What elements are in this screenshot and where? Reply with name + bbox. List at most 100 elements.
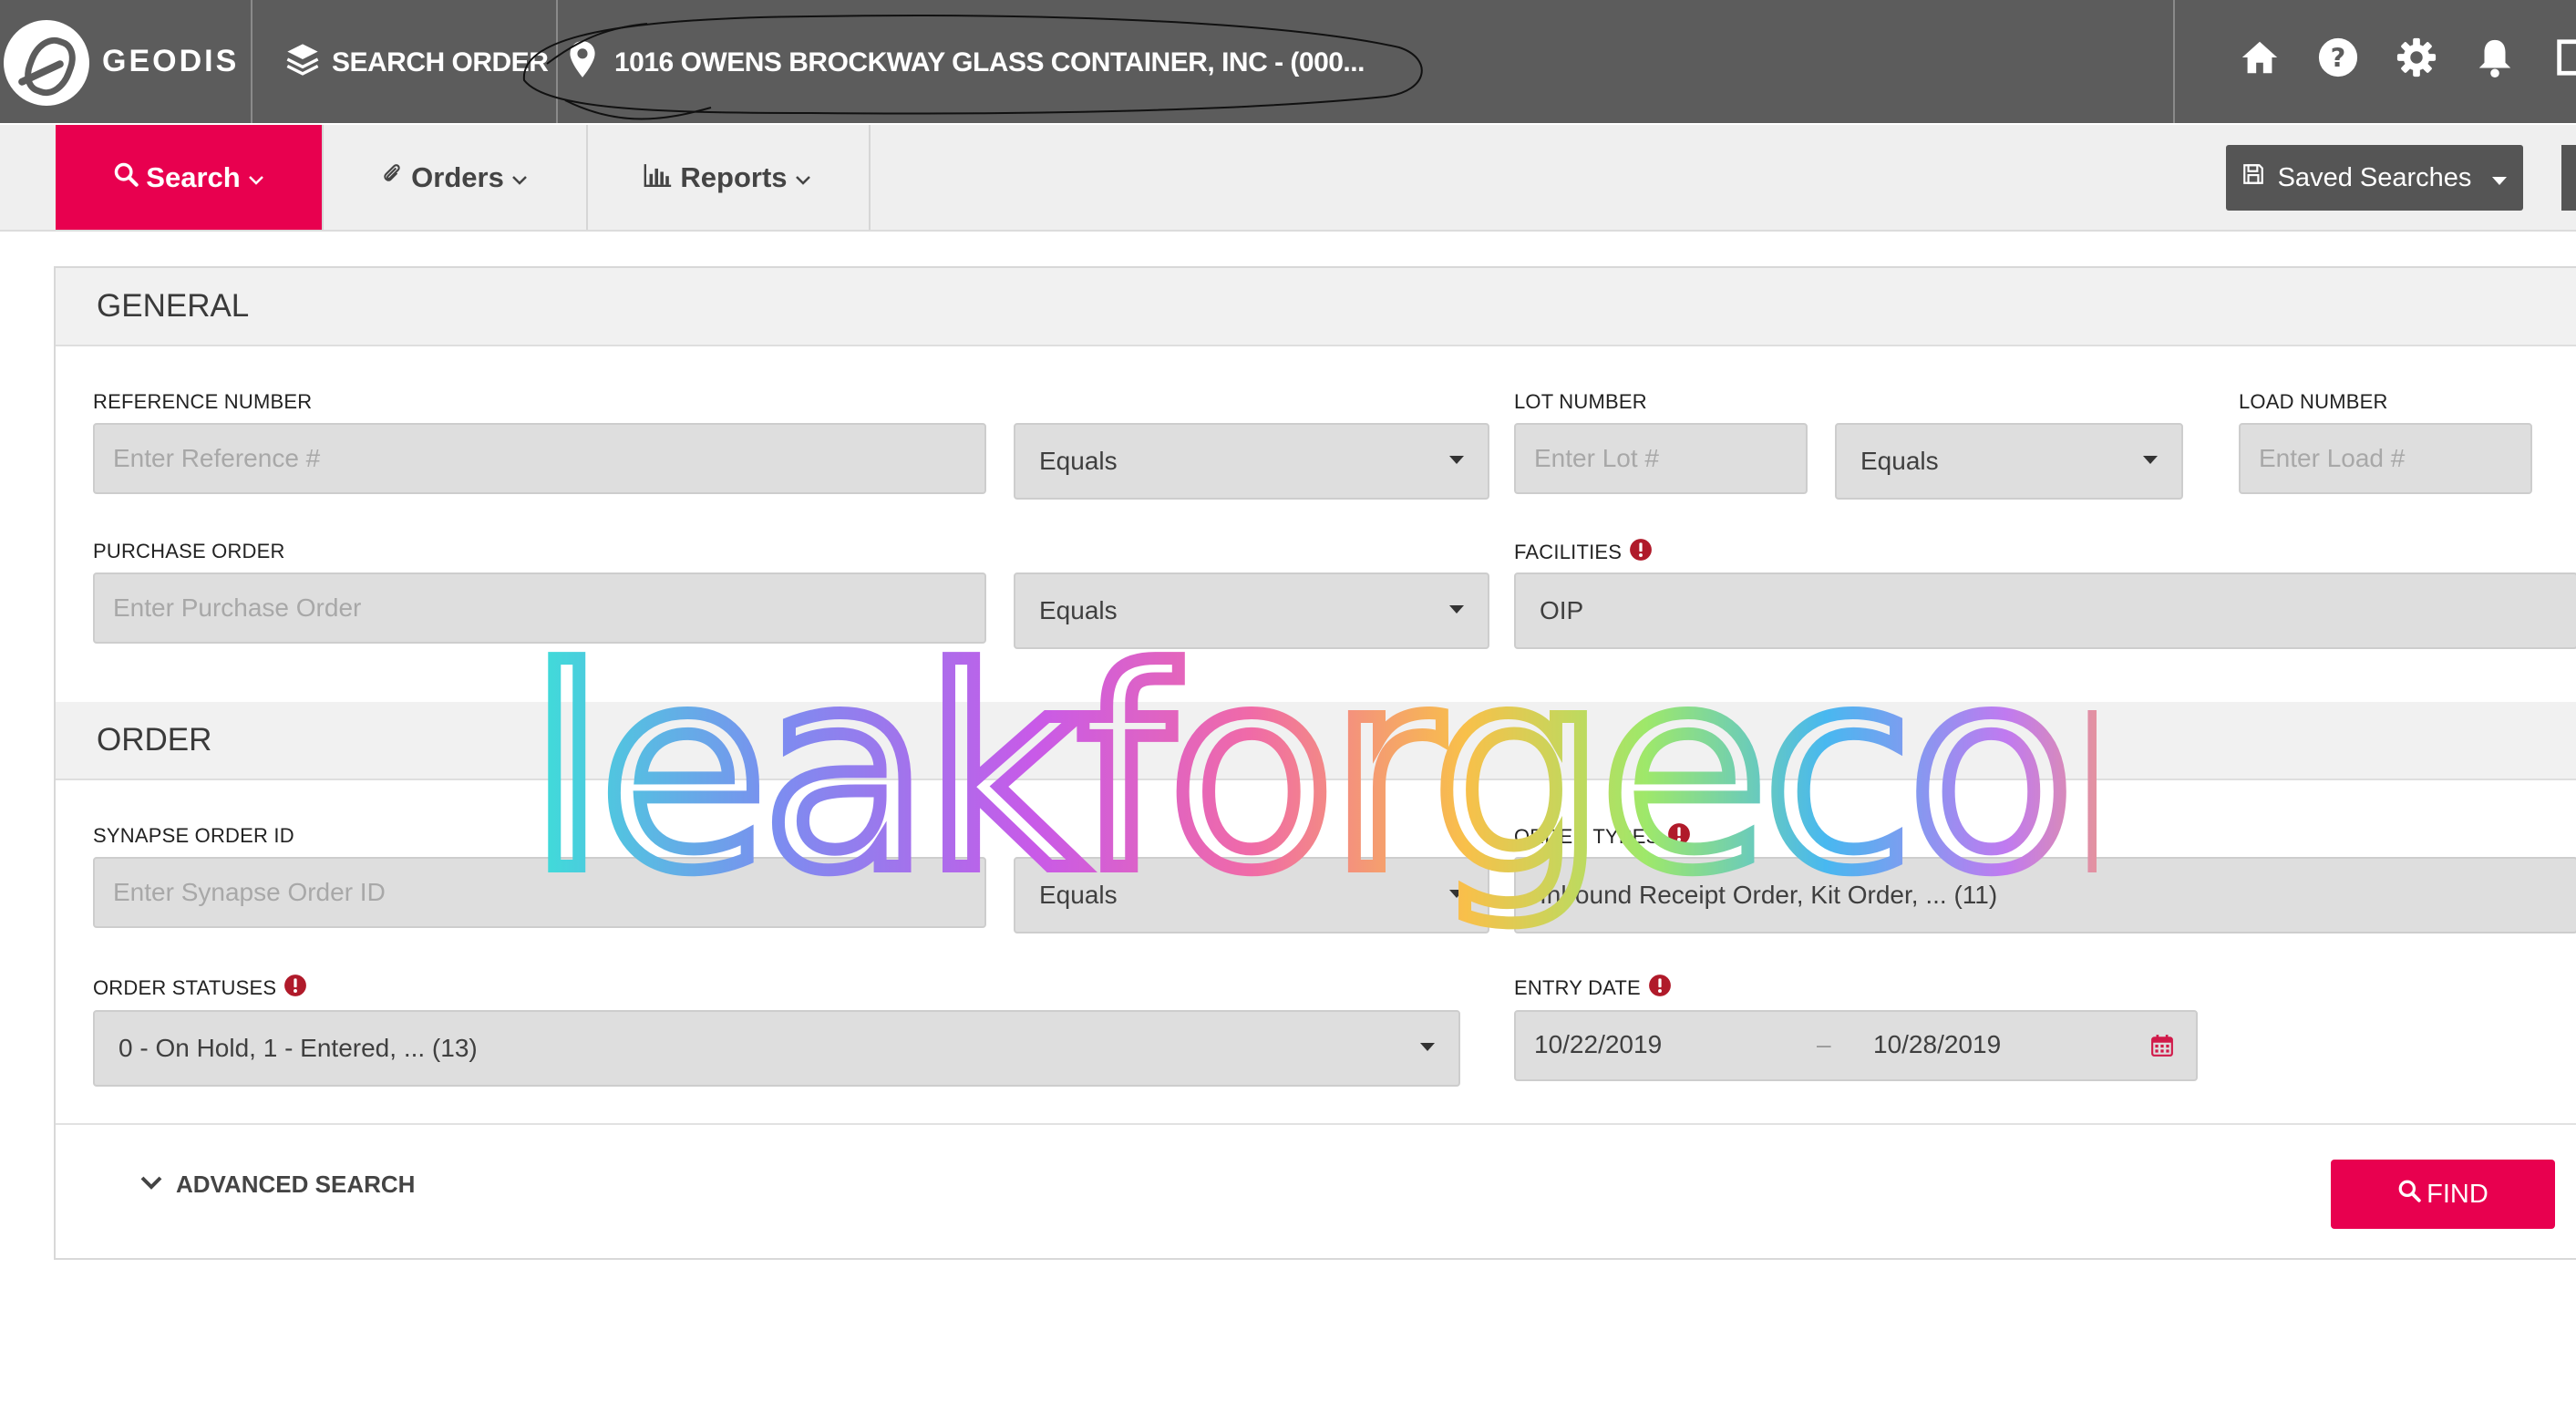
general-section-title: GENERAL: [97, 288, 250, 324]
date-range-separator: –: [1817, 1030, 1831, 1058]
bell-icon[interactable]: [2474, 36, 2516, 78]
divider: [251, 0, 252, 123]
synapse-order-id-input[interactable]: Enter Synapse Order ID: [93, 857, 986, 928]
location-label: 1016 OWENS BROCKWAY GLASS CONTAINER, INC…: [614, 47, 1365, 77]
entry-date-from[interactable]: 10/22/2019: [1534, 1030, 1662, 1059]
entry-date-to[interactable]: 10/28/2019: [1873, 1030, 2001, 1059]
order-types-label-text: ORDER TYPES: [1514, 825, 1660, 848]
load-number-label-text: LOAD NUMBER: [2239, 390, 2388, 413]
reference-number-label: REFERENCE NUMBER: [93, 390, 312, 414]
entry-date-range-picker[interactable]: 10/22/2019 – 10/28/2019: [1514, 1010, 2198, 1081]
tab-orders-label: Orders: [411, 160, 504, 193]
help-icon[interactable]: ?: [2317, 36, 2359, 78]
required-icon: [283, 974, 307, 1003]
chevron-down-icon: [139, 1171, 163, 1199]
logout-icon[interactable]: [2552, 36, 2576, 78]
purchase-order-operator-select[interactable]: Equals: [1014, 572, 1489, 649]
load-number-input[interactable]: Enter Load #: [2239, 423, 2532, 494]
caret-down-icon: [1449, 890, 1464, 898]
facilities-label-text: FACILITIES: [1514, 541, 1623, 563]
lot-number-operator-select[interactable]: Equals: [1835, 423, 2183, 500]
required-icon: [1667, 822, 1691, 851]
bar-chart-icon: [644, 161, 673, 194]
paperclip-icon: [380, 161, 404, 194]
purchase-order-label: PURCHASE ORDER: [93, 540, 285, 563]
chevron-down-icon: [511, 161, 528, 194]
operator-value: Equals: [1039, 596, 1118, 624]
operator-value: Equals: [1039, 447, 1118, 475]
caret-down-icon: [2491, 163, 2508, 193]
facilities-value: OIP: [1540, 596, 1584, 624]
gear-icon[interactable]: [2396, 36, 2437, 78]
order-statuses-label: ORDER STATUSES: [93, 974, 307, 1003]
synapse-order-id-label: SYNAPSE ORDER ID: [93, 824, 294, 848]
find-label: FIND: [2427, 1179, 2488, 1209]
required-icon: [1648, 974, 1672, 1003]
save-icon: [2241, 162, 2265, 193]
caret-down-icon: [2143, 456, 2158, 464]
general-section-header: GENERAL: [56, 268, 2576, 346]
tab-search[interactable]: Search: [56, 125, 322, 230]
caret-down-icon: [1420, 1043, 1435, 1051]
order-section-title: ORDER: [97, 722, 212, 758]
advanced-search-toggle[interactable]: ADVANCED SEARCH: [139, 1171, 415, 1199]
order-types-value: Inbound Receipt Order, Kit Order, ... (1…: [1540, 881, 1998, 909]
divider: [2173, 0, 2175, 123]
caret-down-icon: [1449, 605, 1464, 614]
chevron-down-icon: [248, 161, 264, 194]
search-icon: [113, 161, 139, 194]
synapse-order-id-label-text: SYNAPSE ORDER ID: [93, 824, 294, 847]
geodis-logo-icon[interactable]: [4, 20, 89, 106]
search-order-button[interactable]: SEARCH ORDER: [284, 41, 549, 85]
saved-searches-button[interactable]: Saved Searches: [2226, 145, 2523, 211]
more-button[interactable]: [2561, 145, 2576, 211]
tab-reports[interactable]: Reports: [586, 125, 869, 230]
purchase-order-label-text: PURCHASE ORDER: [93, 540, 285, 562]
lot-number-label-text: LOT NUMBER: [1514, 390, 1647, 413]
entry-date-label-text: ENTRY DATE: [1514, 976, 1641, 999]
lot-number-input[interactable]: Enter Lot #: [1514, 423, 1808, 494]
divider: [56, 1123, 2576, 1125]
brand-name[interactable]: GEODIS: [102, 44, 239, 79]
caret-down-icon: [1449, 456, 1464, 464]
facilities-label: FACILITIES: [1514, 538, 1653, 567]
home-icon[interactable]: [2239, 36, 2281, 78]
operator-value: Equals: [1860, 447, 1939, 475]
svg-text:?: ?: [2331, 43, 2346, 74]
search-icon: [2397, 1179, 2421, 1210]
purchase-order-input[interactable]: Enter Purchase Order: [93, 572, 986, 644]
search-order-label: SEARCH ORDER: [332, 47, 549, 77]
tab-orders[interactable]: Orders: [322, 125, 586, 230]
chevron-down-icon: [795, 161, 811, 194]
divider: [869, 125, 871, 230]
calendar-icon[interactable]: [2150, 1034, 2174, 1064]
nav-bar: Search Orders Reports Saved Searches: [0, 125, 2576, 232]
layers-icon: [284, 41, 321, 85]
reference-number-label-text: REFERENCE NUMBER: [93, 390, 313, 413]
find-button[interactable]: FIND: [2331, 1160, 2555, 1229]
entry-date-label: ENTRY DATE: [1514, 974, 1672, 1003]
order-section-header: ORDER: [56, 702, 2576, 780]
order-types-multiselect[interactable]: Inbound Receipt Order, Kit Order, ... (1…: [1514, 857, 2576, 933]
load-number-label: LOAD NUMBER: [2239, 390, 2388, 414]
map-pin-icon: [569, 40, 596, 86]
divider: [556, 0, 558, 123]
required-icon: [1629, 538, 1653, 567]
reference-number-operator-select[interactable]: Equals: [1014, 423, 1489, 500]
reference-number-input[interactable]: Enter Reference #: [93, 423, 986, 494]
order-types-label: ORDER TYPES: [1514, 822, 1691, 851]
order-statuses-value: 0 - On Hold, 1 - Entered, ... (13): [118, 1034, 478, 1062]
saved-searches-label: Saved Searches: [2277, 162, 2472, 192]
location-selector[interactable]: 1016 OWENS BROCKWAY GLASS CONTAINER, INC…: [569, 40, 1365, 86]
tab-reports-label: Reports: [680, 160, 788, 193]
advanced-search-label: ADVANCED SEARCH: [176, 1171, 416, 1198]
order-statuses-multiselect[interactable]: 0 - On Hold, 1 - Entered, ... (13): [93, 1010, 1460, 1087]
synapse-order-id-operator-select[interactable]: Equals: [1014, 857, 1489, 933]
search-form-panel: GENERAL REFERENCE NUMBER Enter Reference…: [54, 266, 2576, 1260]
top-bar: GEODIS SEARCH ORDER 1016 OWENS BROCKWAY …: [0, 0, 2576, 123]
tab-search-label: Search: [146, 160, 241, 193]
operator-value: Equals: [1039, 881, 1118, 909]
facilities-multiselect[interactable]: OIP: [1514, 572, 2576, 649]
order-statuses-label-text: ORDER STATUSES: [93, 976, 277, 999]
lot-number-label: LOT NUMBER: [1514, 390, 1647, 414]
